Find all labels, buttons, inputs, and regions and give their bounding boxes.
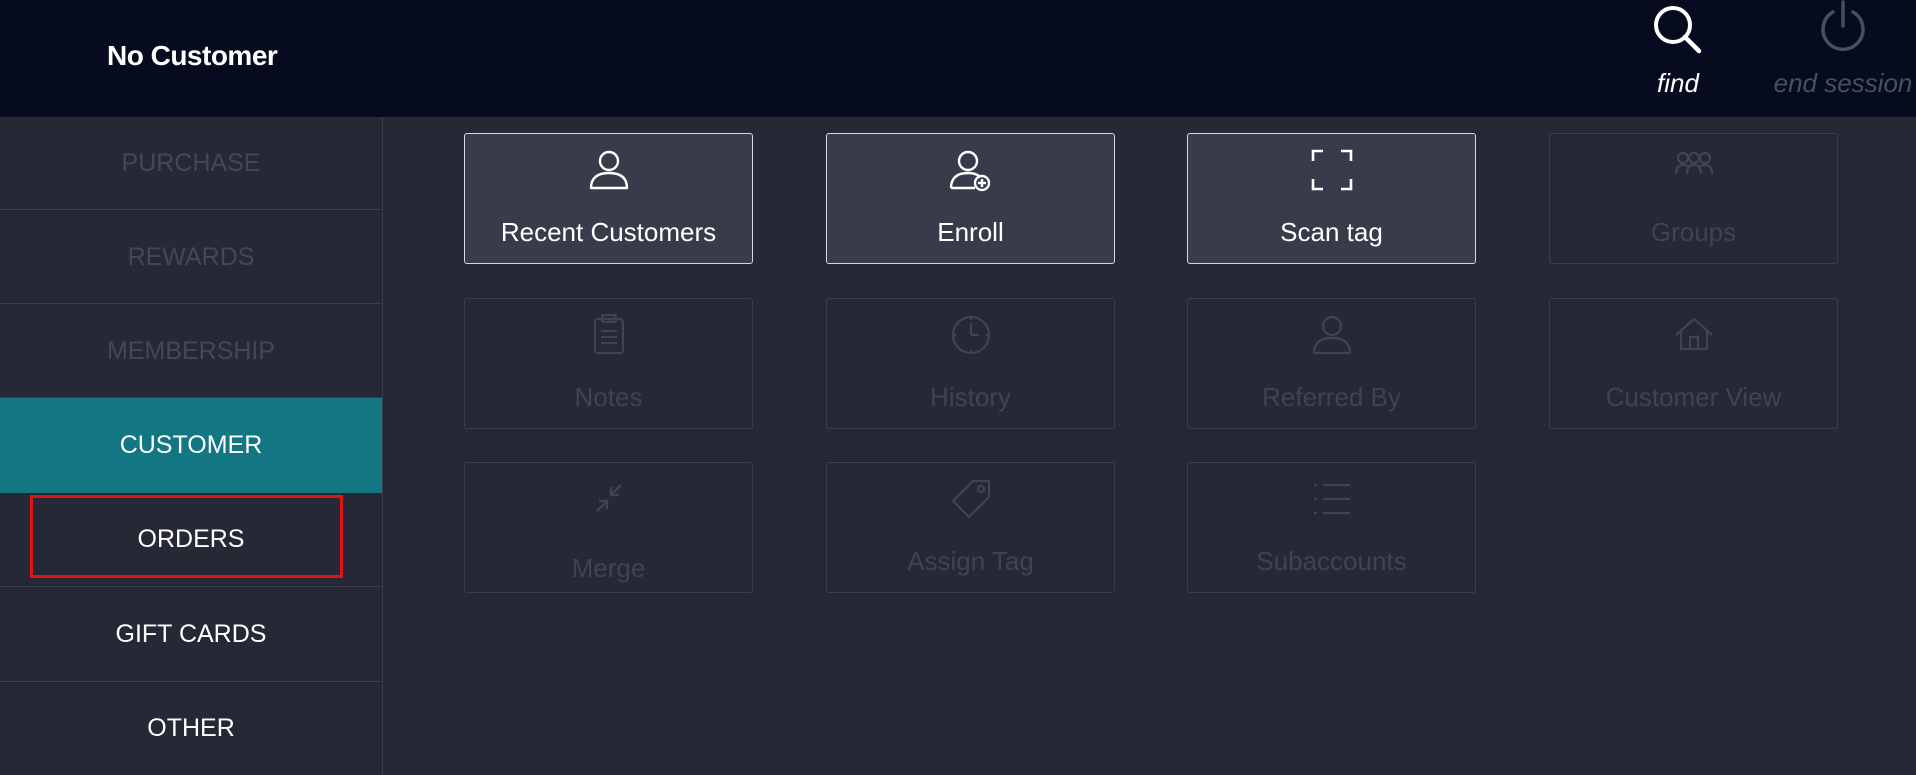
orders-highlight-box	[30, 495, 343, 578]
clipboard-icon	[593, 313, 624, 355]
referred-by-tile[interactable]: Referred By	[1187, 298, 1476, 429]
find-button[interactable]: find	[1620, 0, 1736, 98]
find-label: find	[1657, 68, 1699, 98]
top-bar: No Customer find end session	[0, 0, 1916, 117]
house-icon	[1674, 317, 1713, 351]
end-session-button[interactable]: end session	[1770, 0, 1916, 98]
merge-tile[interactable]: Merge	[464, 462, 753, 593]
enroll-tile[interactable]: Enroll	[826, 133, 1115, 264]
tile-label: Customer View	[1605, 382, 1782, 412]
list-icon	[1313, 483, 1350, 515]
group-icon	[1674, 151, 1713, 175]
sidebar-item-membership[interactable]: MEMBERSHIP	[0, 305, 382, 398]
sidebar-item-gift-cards[interactable]: GIFT CARDS	[0, 587, 382, 682]
assign-tag-tile[interactable]: Assign Tag	[826, 462, 1115, 593]
sidebar-item-label: PURCHASE	[121, 148, 261, 177]
tile-label: Subaccounts	[1256, 546, 1407, 576]
tile-label: History	[930, 382, 1011, 412]
groups-tile[interactable]: Groups	[1549, 133, 1838, 264]
notes-tile[interactable]: Notes	[464, 298, 753, 429]
scan-tag-tile[interactable]: Scan tag	[1187, 133, 1476, 264]
history-tile[interactable]: History	[826, 298, 1115, 429]
sidebar-item-label: OTHER	[147, 714, 235, 742]
sidebar-item-customer[interactable]: CUSTOMER	[0, 398, 382, 493]
sidebar-item-rewards[interactable]: REWARDS	[0, 211, 382, 304]
tile-label: Notes	[574, 382, 643, 412]
search-icon	[1654, 6, 1702, 54]
person-add-icon	[949, 150, 990, 192]
sidebar-item-label: MEMBERSHIP	[106, 336, 276, 365]
merge-arrows-icon	[595, 484, 622, 512]
sidebar-item-label: GIFT CARDS	[115, 619, 267, 648]
tile-label: Assign Tag	[907, 546, 1034, 576]
person-icon	[1312, 315, 1351, 355]
tile-label: Enroll	[937, 217, 1004, 247]
sidebar: PURCHASE REWARDS MEMBERSHIP CUSTOMER ORD…	[0, 117, 383, 775]
tile-label: Scan tag	[1280, 217, 1383, 247]
person-icon	[589, 150, 628, 190]
tile-label: Recent Customers	[500, 217, 717, 247]
end-session-label: end session	[1773, 68, 1913, 98]
customer-view-tile[interactable]: Customer View	[1549, 298, 1838, 429]
tile-label: Referred By	[1262, 382, 1401, 412]
tile-label: Groups	[1650, 217, 1737, 247]
scan-frame-icon	[1311, 149, 1352, 191]
sidebar-item-label: REWARDS	[127, 242, 255, 271]
clock-icon	[951, 315, 990, 355]
sidebar-item-label: CUSTOMER	[119, 431, 263, 459]
customer-name: No Customer	[107, 40, 278, 71]
tile-label: Merge	[571, 553, 646, 583]
subaccounts-tile[interactable]: Subaccounts	[1187, 462, 1476, 593]
sidebar-item-purchase[interactable]: PURCHASE	[0, 117, 382, 210]
power-icon	[1821, 0, 1865, 51]
tag-icon	[951, 479, 990, 519]
sidebar-item-other[interactable]: OTHER	[0, 682, 382, 775]
recent-customers-tile[interactable]: Recent Customers	[464, 133, 753, 264]
